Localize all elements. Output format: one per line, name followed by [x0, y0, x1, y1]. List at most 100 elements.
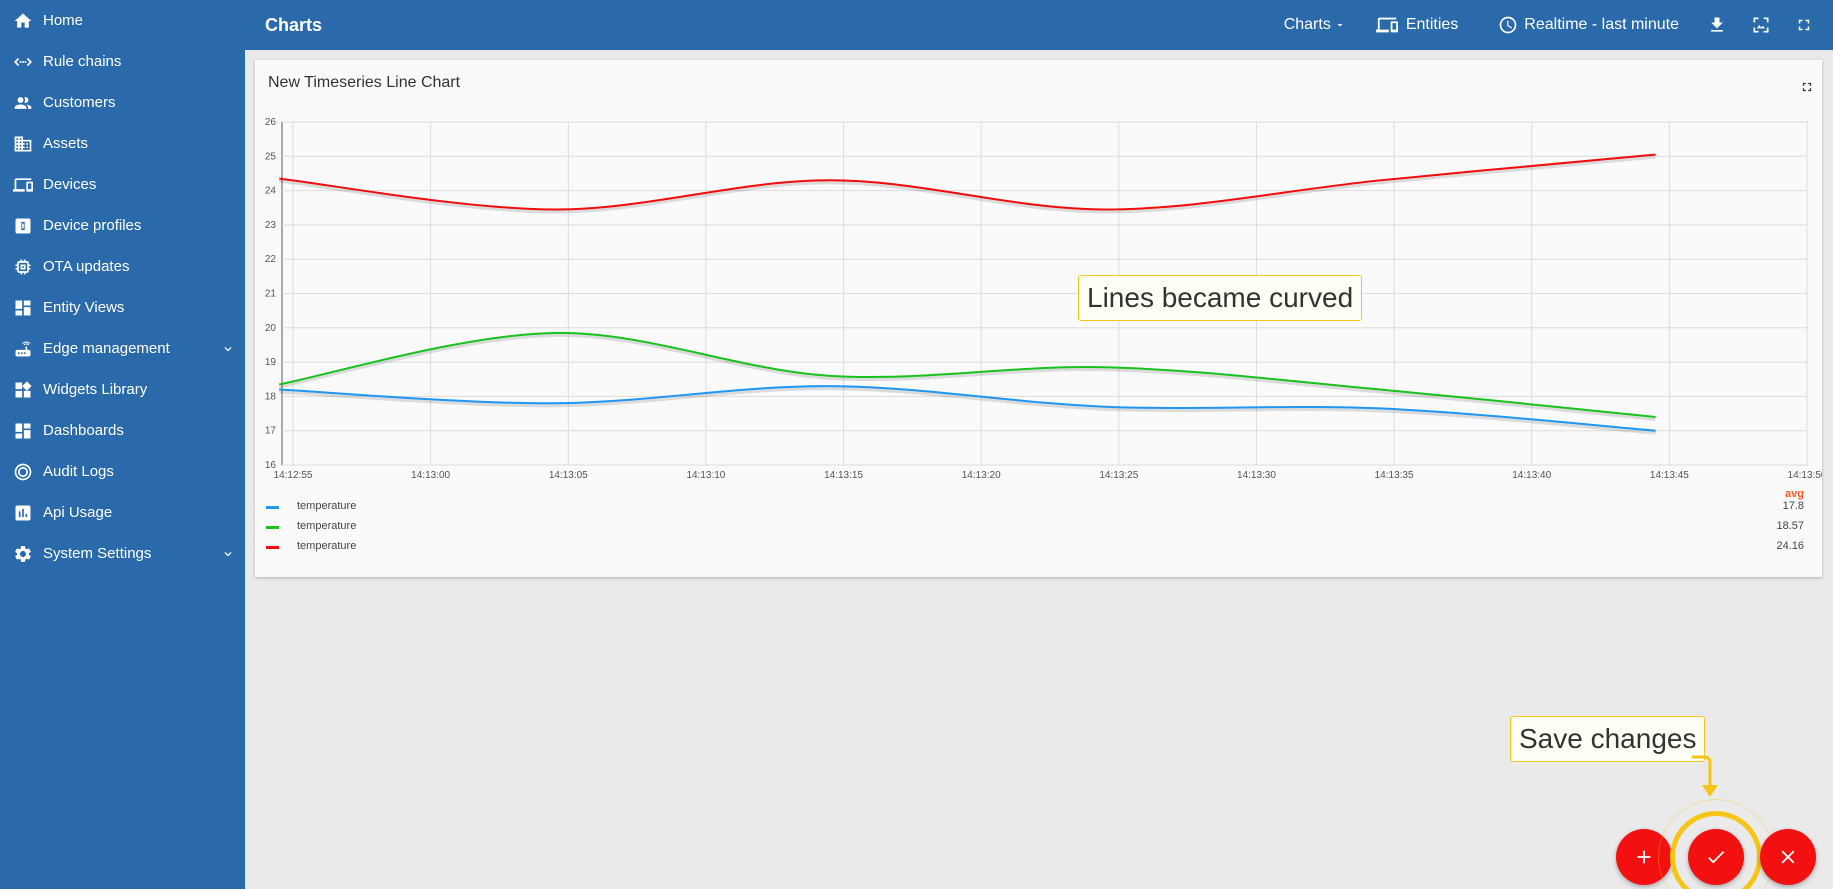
legend-avg-value: 17.8	[1782, 500, 1804, 512]
screenshot-button[interactable]	[1751, 15, 1771, 35]
x-tick-label: 14:13:10	[686, 470, 725, 481]
y-tick-label: 22	[265, 254, 277, 265]
sidebar-item-label: Entity Views	[43, 299, 125, 316]
sidebar-item-label: Assets	[43, 135, 89, 152]
timewindow-button[interactable]: Realtime - last minute	[1498, 15, 1679, 35]
legend-series-label: temperature	[297, 500, 357, 512]
sidebar-item-label: Home	[43, 12, 84, 29]
sidebar-item-widgets-library[interactable]: Widgets Library	[0, 369, 245, 410]
widgets-library-icon	[12, 379, 34, 401]
home-icon	[12, 10, 34, 32]
y-tick-label: 25	[265, 151, 277, 162]
entities-icon	[1375, 17, 1398, 33]
chevron-down-icon[interactable]	[211, 342, 245, 356]
sidebar-item-audit-logs[interactable]: Audit Logs	[0, 451, 245, 492]
sidebar-item-label: Customers	[43, 94, 116, 111]
devices-icon	[12, 174, 34, 196]
x-tick-label: 14:13:15	[824, 470, 863, 481]
legend-row[interactable]: temperature 18.57	[255, 518, 1822, 536]
x-tick-label: 14:13:20	[962, 470, 1001, 481]
entities-button[interactable]: Entities	[1375, 14, 1459, 36]
sidebar-item-edge-management[interactable]: Edge management	[0, 328, 245, 369]
sidebar-item-label: Api Usage	[43, 504, 113, 521]
y-tick-label: 18	[265, 391, 277, 402]
edge-management-icon	[12, 338, 34, 360]
sidebar-item-customers[interactable]: Customers	[0, 82, 245, 123]
download-icon	[1711, 17, 1723, 32]
sidebar-item-label: Edge management	[43, 340, 170, 357]
assets-icon	[12, 133, 34, 155]
legend-row[interactable]: temperature 24.16	[255, 538, 1822, 556]
legend-series-label: temperature	[297, 520, 357, 532]
plus-icon	[1637, 850, 1651, 864]
sidebar-item-ota-updates[interactable]: OTA updates	[0, 246, 245, 287]
legend-color-swatch	[266, 546, 279, 549]
x-tick-label: 14:13:30	[1237, 470, 1276, 481]
y-tick-label: 19	[265, 357, 277, 368]
sidebar-item-label: Devices	[43, 176, 97, 193]
y-tick-label: 17	[265, 426, 277, 437]
ota-updates-icon	[12, 256, 34, 278]
series-line	[279, 385, 1656, 432]
sidebar-item-system-settings[interactable]: System Settings	[0, 533, 245, 574]
x-tick-label: 14:13:45	[1650, 470, 1689, 481]
x-tick-label: 14:13:05	[549, 470, 588, 481]
series-line-shadow	[278, 332, 1656, 421]
entities-label: Entities	[1405, 16, 1459, 33]
sidebar-item-rule-chains[interactable]: Rule chains	[0, 41, 245, 82]
page-title: Charts	[265, 14, 323, 35]
x-tick-label: 14:13:00	[411, 470, 450, 481]
api-usage-icon	[12, 502, 34, 524]
x-tick-label: 14:13:35	[1375, 470, 1414, 481]
series-line-shadow	[279, 154, 1656, 214]
caret-down-icon	[1337, 24, 1343, 27]
sidebar-item-api-usage[interactable]: Api Usage	[0, 492, 245, 533]
series-line	[279, 153, 1656, 211]
sidebar-item-label: OTA updates	[43, 258, 130, 275]
line-chart: 161718192021222324252614:12:55 14:13:00 14…	[265, 117, 1822, 481]
chevron-down-icon[interactable]	[211, 547, 245, 561]
legend-series-label: temperature	[297, 540, 357, 552]
legend-row[interactable]: temperature 17.8	[255, 498, 1822, 516]
timewindow-label: Realtime - last minute	[1524, 16, 1679, 33]
y-tick-label: 23	[265, 220, 277, 231]
clock-icon	[1499, 16, 1517, 34]
callout-lines-curved: Lines became curved	[1078, 275, 1363, 321]
callout-save-changes: Save changes	[1510, 716, 1706, 762]
device-profiles-icon	[12, 215, 34, 237]
export-button[interactable]	[1707, 15, 1727, 35]
top-toolbar: Charts Charts Entities Realtime - last m…	[245, 0, 1833, 50]
dashboard-states-label: Charts	[1283, 16, 1331, 33]
audit-logs-icon	[12, 461, 34, 483]
x-tick-label: 14:13:40	[1512, 470, 1551, 481]
entity-views-icon	[12, 297, 34, 319]
sidebar-item-devices[interactable]: Devices	[0, 164, 245, 205]
image-export-icon	[1753, 17, 1769, 33]
y-tick-label: 24	[265, 186, 277, 197]
sidebar-item-assets[interactable]: Assets	[0, 123, 245, 164]
legend-avg-value: 24.16	[1776, 540, 1804, 552]
sidebar-item-label: Audit Logs	[43, 463, 114, 480]
y-tick-label: 20	[265, 323, 277, 334]
cancel-changes-button[interactable]	[1760, 829, 1816, 885]
sidebar-item-dashboards[interactable]: Dashboards	[0, 410, 245, 451]
legend-color-swatch	[266, 526, 279, 529]
x-tick-label: 14:13:25	[1099, 470, 1138, 481]
sidebar-item-device-profiles[interactable]: Device profiles	[0, 205, 245, 246]
rule-chains-icon	[12, 51, 34, 73]
x-tick-label: 14:13:50	[1788, 470, 1822, 481]
legend-color-swatch	[266, 506, 279, 509]
dashboards-icon	[12, 420, 34, 442]
dashboard-states-select[interactable]: Charts	[1284, 16, 1346, 34]
callout-arrow	[1692, 755, 1718, 797]
sidebar: Home Rule chains Customers Assets Devices Dev…	[0, 0, 245, 889]
sidebar-item-label: System Settings	[43, 545, 152, 562]
sidebar-item-entity-views[interactable]: Entity Views	[0, 287, 245, 328]
fullscreen-icon	[1798, 19, 1810, 31]
x-tick-label: 14:12:55	[274, 470, 313, 481]
settings-icon	[12, 543, 34, 565]
customers-icon	[12, 92, 34, 114]
sidebar-item-home[interactable]: Home	[0, 0, 245, 41]
timeseries-chart-widget[interactable]: New Timeseries Line Chart 16 17 18 19 20 21 22…	[255, 60, 1822, 577]
fullscreen-button[interactable]	[1795, 16, 1813, 34]
